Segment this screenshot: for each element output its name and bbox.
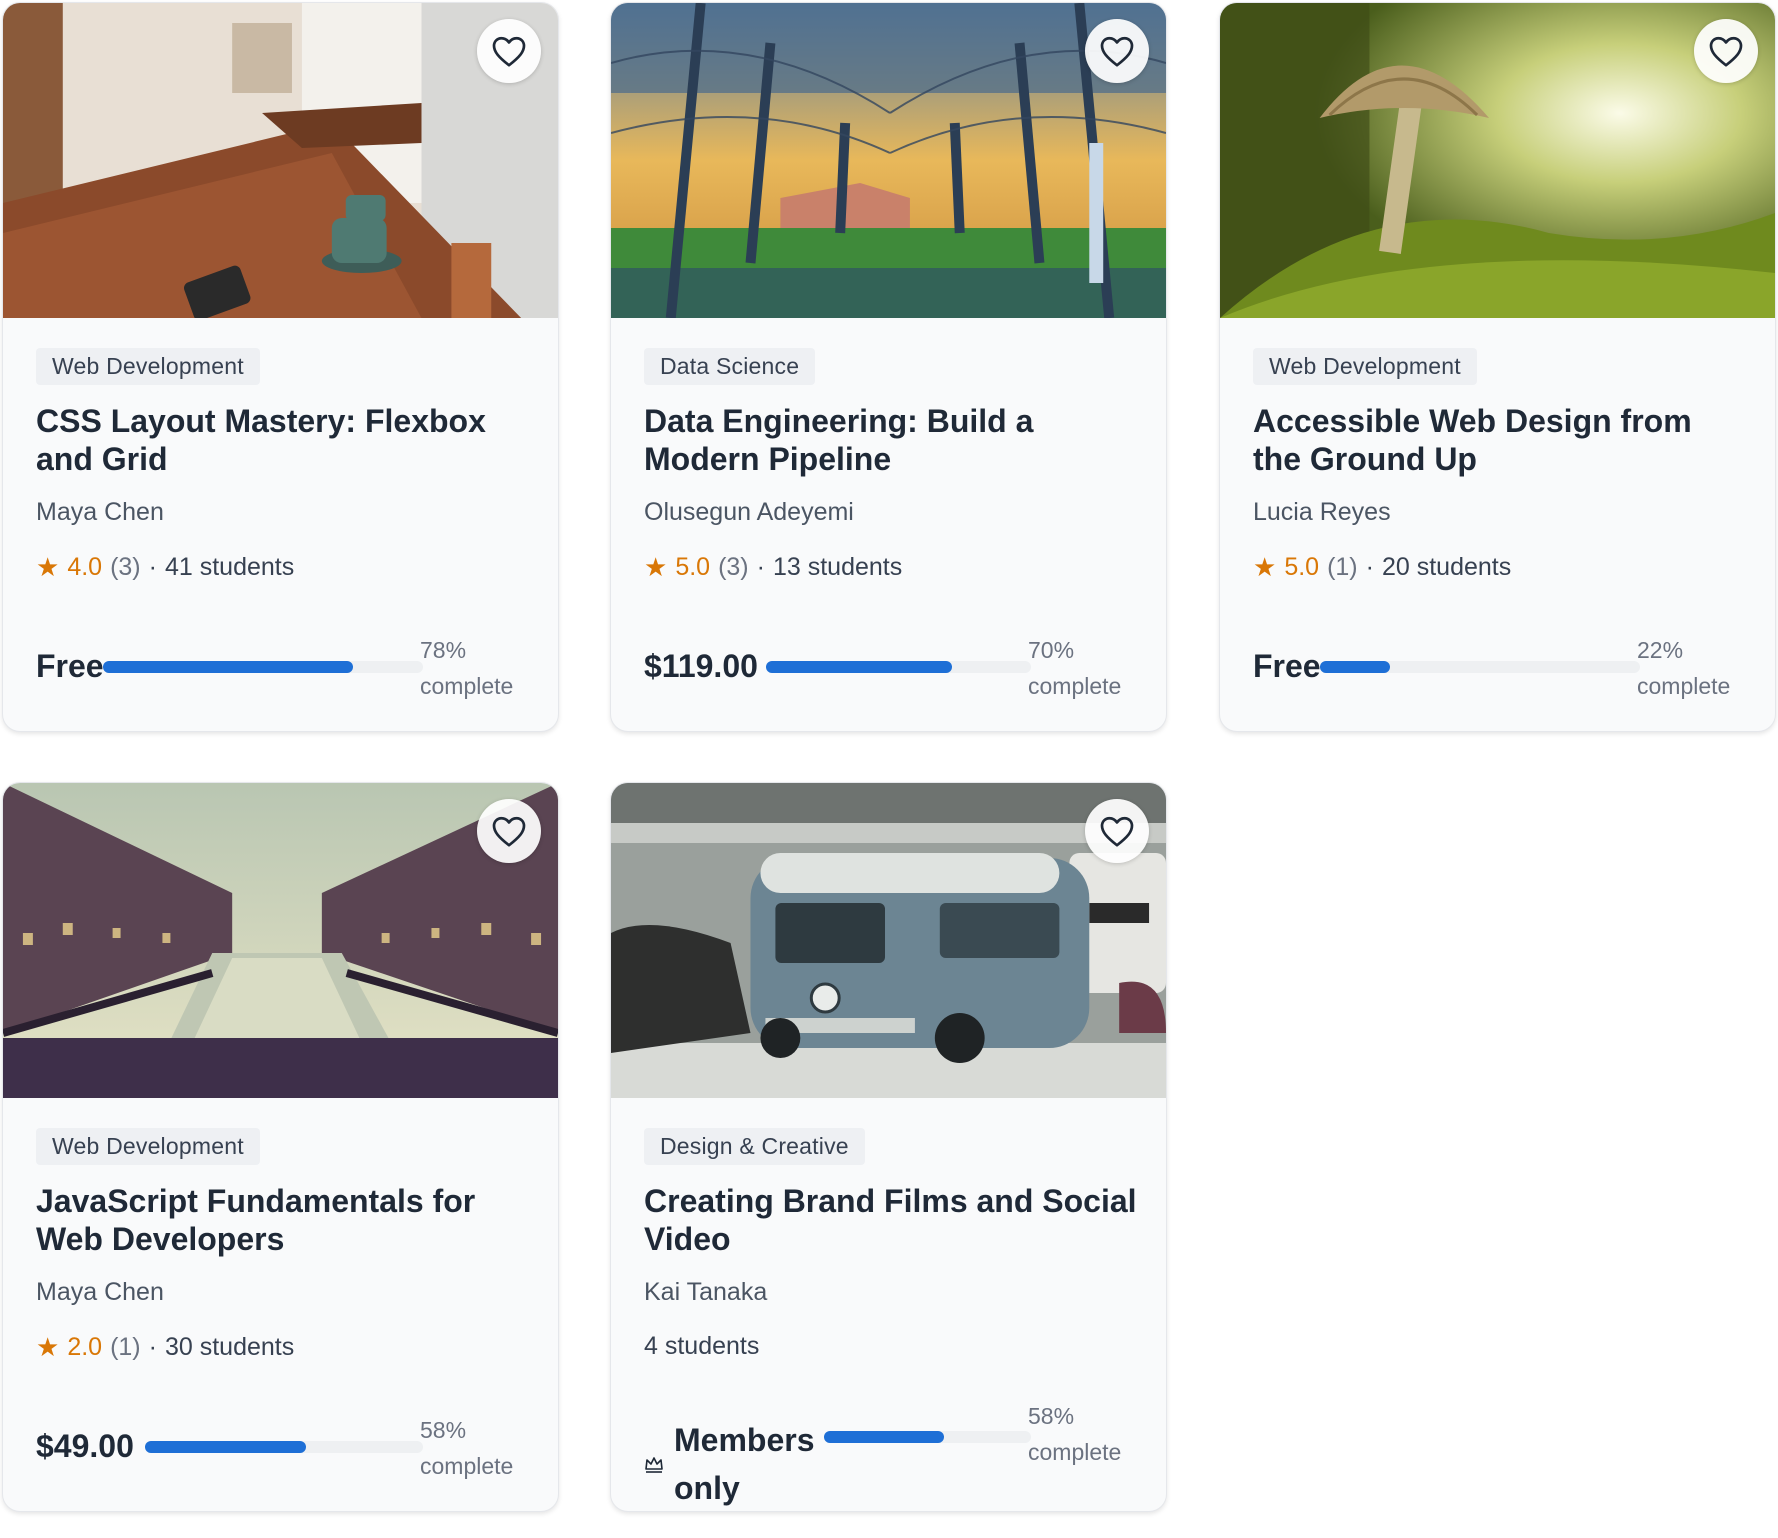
heart-outline-icon	[1100, 816, 1134, 847]
rating-count: (1)	[1327, 553, 1358, 581]
rating-row: ★ 4.0 (3) · 41 students	[36, 552, 294, 583]
course-thumbnail	[3, 783, 558, 1098]
course-thumbnail	[1220, 3, 1775, 318]
star-icon: ★	[36, 552, 60, 582]
course-thumbnail	[3, 3, 558, 318]
favorite-button[interactable]	[1085, 19, 1149, 83]
course-price: Free	[1253, 648, 1321, 684]
rating-value: 4.0	[67, 553, 103, 581]
rating-row: ★ 5.0 (3) · 13 students	[644, 552, 902, 583]
star-icon: ★	[644, 552, 668, 582]
meta-separator: ·	[1365, 553, 1374, 581]
favorite-button[interactable]	[477, 19, 541, 83]
course-title[interactable]: CSS Layout Mastery: Flexbox and Grid	[36, 402, 531, 478]
meta-separator: ·	[148, 1333, 157, 1361]
rating-count: (3)	[110, 553, 141, 581]
progress-label: 58% complete	[420, 1417, 514, 1479]
course-card[interactable]: Web Development Accessible Web Design fr…	[1219, 2, 1776, 732]
progress-track	[103, 661, 423, 673]
progress-fill	[1320, 661, 1391, 673]
favorite-button[interactable]	[477, 799, 541, 863]
instructor-name: Maya Chen	[36, 498, 164, 526]
progress-track	[766, 661, 1031, 673]
progress-label: 78% complete	[420, 637, 514, 699]
progress-fill	[103, 661, 353, 673]
star-icon: ★	[1253, 552, 1277, 582]
progress-fill	[824, 1431, 945, 1443]
members-only-price: Members only	[644, 1416, 824, 1511]
progress-label: 22% complete	[1637, 637, 1731, 699]
course-card[interactable]: Data Science Data Engineering: Build a M…	[610, 2, 1167, 732]
progress-fill	[766, 661, 952, 673]
instructor-name: Maya Chen	[36, 1278, 164, 1306]
heart-outline-icon	[492, 36, 526, 67]
course-price: Members only	[674, 1422, 815, 1506]
instructor-name: Lucia Reyes	[1253, 498, 1391, 526]
category-badge: Data Science	[644, 348, 816, 385]
rating-count: (1)	[110, 1333, 141, 1361]
rating-row: 4 students	[644, 1332, 759, 1361]
student-count: 13 students	[772, 553, 903, 581]
course-title[interactable]: Data Engineering: Build a Modern Pipelin…	[644, 402, 1139, 478]
course-card[interactable]: Web Development JavaScript Fundamentals …	[2, 782, 559, 1512]
course-card[interactable]: Design & Creative Creating Brand Films a…	[610, 782, 1167, 1512]
star-icon: ★	[36, 1332, 60, 1362]
rating-count: (3)	[718, 553, 749, 581]
student-count: 41 students	[164, 553, 295, 581]
instructor-name: Kai Tanaka	[644, 1278, 768, 1306]
course-grid: Web Development CSS Layout Mastery: Flex…	[0, 0, 1778, 1538]
category-badge: Web Development	[1253, 348, 1477, 385]
course-price: Free	[36, 648, 104, 684]
progress-label: 58% complete	[1028, 1403, 1122, 1465]
heart-outline-icon	[492, 816, 526, 847]
crown-icon	[645, 1457, 663, 1473]
course-price: $49.00	[36, 1428, 134, 1464]
student-count: 4 students	[644, 1332, 760, 1360]
student-count: 20 students	[1381, 553, 1512, 581]
progress-track	[1320, 661, 1640, 673]
meta-separator: ·	[756, 553, 765, 581]
category-badge: Web Development	[36, 1128, 260, 1165]
heart-outline-icon	[1100, 36, 1134, 67]
rating-row: ★ 5.0 (1) · 20 students	[1253, 552, 1511, 583]
course-card[interactable]: Web Development CSS Layout Mastery: Flex…	[2, 2, 559, 732]
rating-value: 5.0	[675, 553, 711, 581]
progress-track	[145, 1441, 423, 1453]
progress-fill	[145, 1441, 307, 1453]
course-price: $119.00	[644, 648, 758, 684]
rating-value: 5.0	[1284, 553, 1320, 581]
category-badge: Web Development	[36, 348, 260, 385]
course-thumbnail	[611, 3, 1166, 318]
favorite-button[interactable]	[1694, 19, 1758, 83]
student-count: 30 students	[164, 1333, 295, 1361]
category-badge: Design & Creative	[644, 1128, 865, 1165]
course-title[interactable]: Accessible Web Design from the Ground Up	[1253, 402, 1748, 478]
progress-track	[824, 1431, 1031, 1443]
favorite-button[interactable]	[1085, 799, 1149, 863]
course-thumbnail	[611, 783, 1166, 1098]
rating-row: ★ 2.0 (1) · 30 students	[36, 1332, 294, 1363]
meta-separator: ·	[148, 553, 157, 581]
course-title[interactable]: Creating Brand Films and Social Video	[644, 1182, 1139, 1258]
heart-outline-icon	[1709, 36, 1743, 67]
instructor-name: Olusegun Adeyemi	[644, 498, 854, 526]
progress-label: 70% complete	[1028, 637, 1122, 699]
rating-value: 2.0	[67, 1333, 103, 1361]
course-title[interactable]: JavaScript Fundamentals for Web Develope…	[36, 1182, 531, 1258]
